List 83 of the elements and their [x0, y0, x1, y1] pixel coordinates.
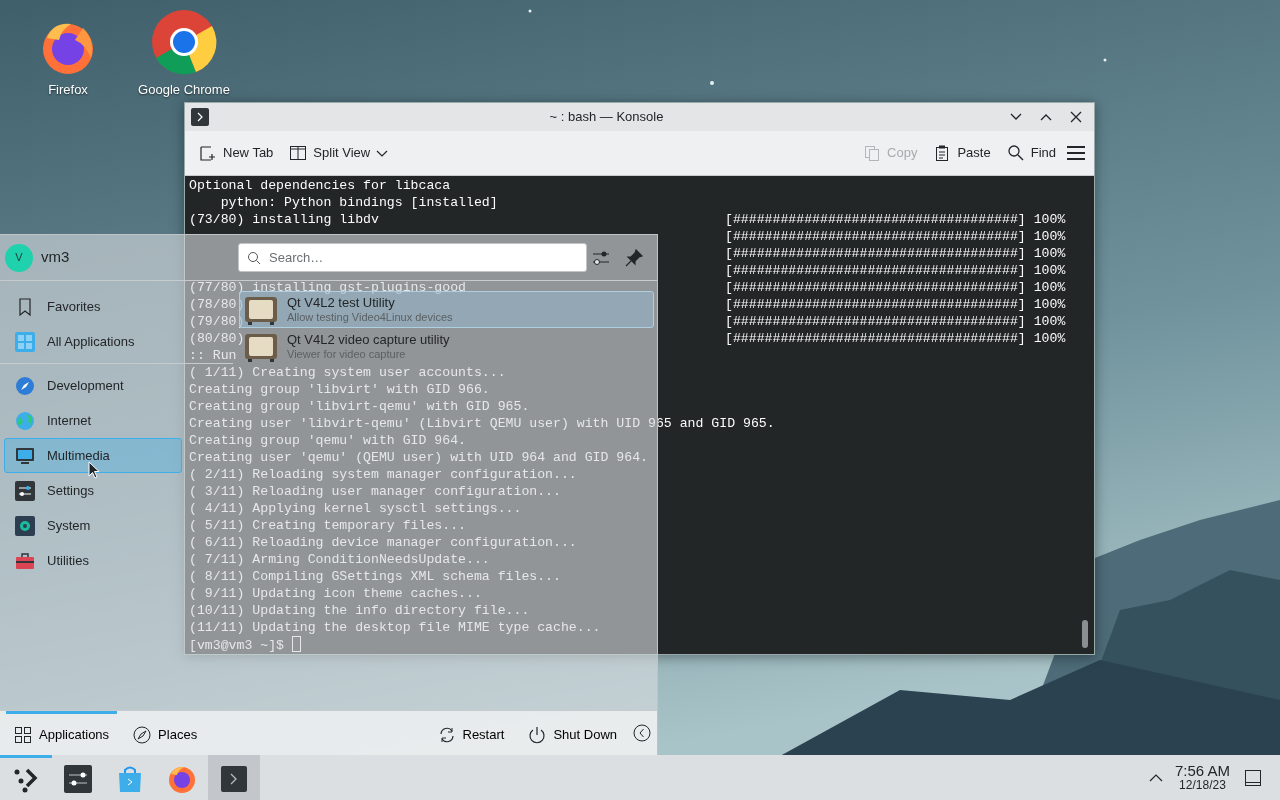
show-desktop-icon[interactable]	[1244, 768, 1262, 787]
window-title: ~ : bash — Konsole	[548, 108, 665, 127]
sliders-icon	[64, 765, 92, 793]
category-item[interactable]: Favorites	[4, 289, 182, 324]
desktop-icon-label: Firefox	[48, 81, 88, 99]
terminal-line: ( 2/11) Reloading system manager configuration...	[189, 466, 577, 483]
progress-text: [####################################] 100%	[725, 279, 1066, 296]
expand-tray-icon[interactable]	[1148, 772, 1163, 783]
terminal-line: (73/80) installing libdv	[189, 211, 379, 228]
split-view-icon	[289, 144, 308, 162]
grid-icon	[15, 331, 35, 352]
progress-text: [####################################] 100%	[725, 245, 1066, 262]
back-button[interactable]	[633, 724, 651, 742]
compass-icon	[15, 375, 35, 396]
terminal-area[interactable]	[185, 176, 1094, 654]
restart-icon	[437, 725, 456, 744]
terminal-line: :: Run	[189, 347, 237, 364]
menu-icon[interactable]	[1066, 144, 1086, 162]
terminal-line: ( 7/11) Arming ConditionNeedsUpdate...	[189, 551, 490, 568]
terminal-line: ( 8/11) Compiling GSettings XML schema files...	[189, 568, 561, 585]
terminal-icon	[221, 766, 247, 792]
new-tab-icon	[199, 144, 217, 162]
footer-tab[interactable]: Places	[125, 710, 206, 756]
clock-date: 12/18/23	[1179, 777, 1226, 793]
system-icon	[15, 515, 35, 536]
category-item[interactable]: Multimedia	[4, 438, 182, 473]
compass-icon	[133, 725, 152, 744]
clock-time: 7:56 AM	[1174, 762, 1230, 778]
shut-down-button[interactable]: Shut Down	[520, 710, 625, 756]
terminal-cursor	[291, 636, 301, 652]
category-item[interactable]: System	[4, 508, 182, 543]
category-item[interactable]: All Applications	[4, 324, 182, 359]
category-item[interactable]: Settings	[4, 473, 182, 508]
power-icon	[528, 725, 547, 744]
user-name: vm3	[41, 247, 70, 268]
progress-text: [####################################] 100%	[725, 211, 1066, 228]
terminal-prompt: [vm3@vm3 ~]$	[189, 638, 285, 653]
terminal-line: ( 3/11) Reloading user manager configuration...	[189, 483, 561, 500]
progress-text: [####################################] 100%	[725, 330, 1066, 347]
terminal-line: Creating group 'qemu' with GID 964.	[189, 432, 466, 449]
terminal-line: Creating group 'libvirt' with GID 966.	[189, 381, 490, 398]
copy-icon	[863, 144, 882, 162]
terminal-line: Creating group 'libvirt-qemu' with GID 965.	[189, 398, 530, 415]
terminal-line: ( 9/11) Updating icon theme caches...	[189, 585, 482, 602]
desktop-icon-label: Google Chrome	[138, 81, 230, 99]
search-icon	[247, 251, 261, 265]
progress-text: [####################################] 100%	[725, 313, 1066, 330]
category-item[interactable]: Internet	[4, 403, 182, 438]
terminal-icon	[191, 108, 209, 126]
terminal-line: ( 1/11) Creating system user accounts...	[189, 364, 506, 381]
terminal-line: Creating user 'qemu' (QEMU user) with UID 964 and GID 964.	[189, 449, 648, 466]
toolbar-button[interactable]: Paste	[927, 139, 997, 167]
browser-icon	[150, 8, 218, 76]
terminal-line: (10/11) Updating the info directory file...	[189, 602, 530, 619]
terminal-line: Optional dependencies for libcaca	[189, 177, 451, 194]
app-result[interactable]: Qt V4L2 test Utility Allow testing Video4Linux devices	[239, 291, 654, 328]
browser-icon	[167, 764, 197, 794]
toolbar-button[interactable]: Split View	[283, 139, 395, 167]
search-icon	[1006, 144, 1025, 162]
scrollbar-handle[interactable]	[1082, 620, 1088, 648]
caret-icon	[376, 148, 389, 158]
terminal-line: python: Python bindings [installed]	[219, 194, 498, 211]
shopping-bag-icon	[116, 765, 144, 793]
restart-button[interactable]: Restart	[429, 710, 513, 756]
category-item[interactable]: Utilities	[4, 543, 182, 578]
pointer-icon	[88, 461, 100, 479]
grid-icon	[14, 725, 32, 744]
category-item[interactable]: Development	[4, 368, 182, 403]
progress-text: [####################################] 100%	[725, 296, 1066, 313]
pin-icon[interactable]	[624, 247, 644, 268]
toolbar-button[interactable]: Find	[1000, 139, 1062, 167]
terminal-line: (11/11) Updating the desktop file MIME type cache...	[189, 619, 601, 636]
sliders-icon	[15, 480, 35, 501]
new-tab-button[interactable]: New Tab	[193, 139, 280, 167]
progress-text: [####################################] 100%	[725, 228, 1066, 245]
globe-icon	[15, 410, 35, 431]
terminal-line: ( 4/11) Applying kernel sysctl settings...	[189, 500, 522, 517]
search-field[interactable]: Search…	[238, 243, 587, 272]
terminal-line: (80/80)	[189, 330, 245, 347]
taskbar-button[interactable]	[208, 755, 260, 800]
progress-text: [####################################] 100%	[725, 262, 1066, 279]
terminal-line: ( 5/11) Creating temporary files...	[189, 517, 466, 534]
terminal-line: ( 6/11) Reloading device manager configuration...	[189, 534, 577, 551]
